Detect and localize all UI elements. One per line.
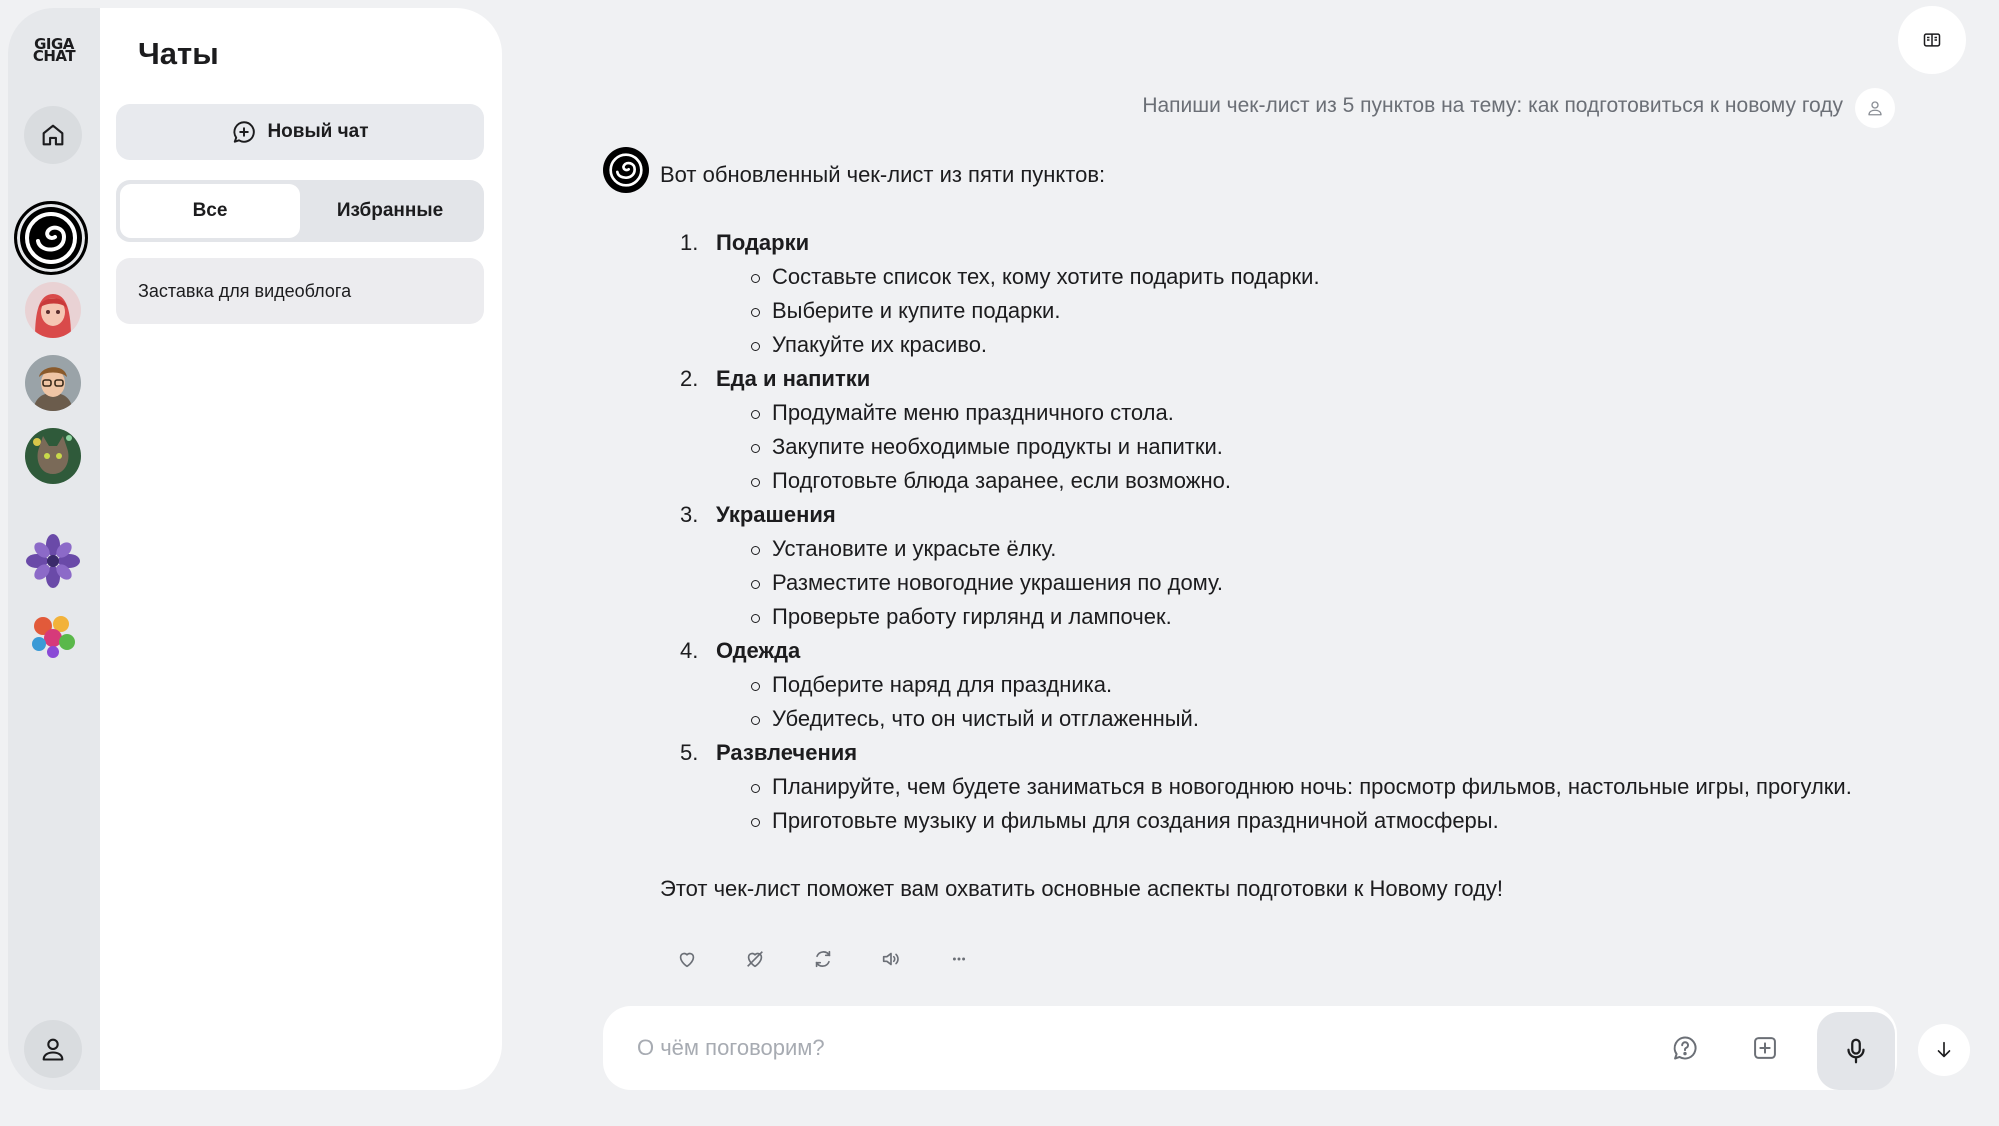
gigachat-swirl-icon	[25, 212, 77, 264]
message-composer	[603, 1006, 1897, 1090]
cat-avatar[interactable]	[25, 428, 81, 484]
bot-intro: Вот обновленный чек-лист из пяти пунктов…	[660, 162, 1106, 187]
colorful-bouquet-avatar[interactable]	[25, 606, 81, 662]
list-item: Составьте список тех, кому хотите подари…	[716, 260, 1860, 294]
list-item: Планируйте, чем будете заниматься в ново…	[716, 770, 1860, 804]
list-item: Проверьте работу гирлянд и лампочек.	[716, 600, 1860, 634]
tab-all[interactable]: Все	[120, 184, 300, 238]
bot-outro: Этот чек-лист поможет вам охватить основ…	[660, 876, 1504, 901]
step-items: Планируйте, чем будете заниматься в ново…	[716, 770, 1860, 838]
tab-favorites[interactable]: Избранные	[300, 184, 480, 238]
list-item: Упакуйте их красиво.	[716, 328, 1860, 362]
bot-avatar	[603, 147, 649, 193]
step-items: Составьте список тех, кому хотите подари…	[716, 260, 1860, 362]
girl-avatar[interactable]	[25, 282, 81, 338]
like-button[interactable]	[673, 945, 701, 973]
panel-title: Чаты	[138, 36, 219, 71]
step-title: Подарки	[716, 230, 810, 255]
chat-filter-tabs: Все Избранные	[116, 180, 484, 242]
arrow-down-icon	[1937, 1041, 1951, 1058]
voice-input-button[interactable]	[1817, 1012, 1895, 1090]
question-bubble-icon	[1673, 1036, 1697, 1060]
microphone-icon	[1847, 1038, 1865, 1064]
user-message: Напиши чек-лист из 5 пунктов на тему: ка…	[1142, 94, 1843, 117]
checklist-step: 3. Украшения Установите и украсьте ёлку.…	[660, 498, 1860, 634]
step-number: 3.	[680, 502, 699, 527]
heart-icon	[679, 952, 695, 968]
regenerate-button[interactable]	[809, 945, 837, 973]
more-button[interactable]	[945, 945, 973, 973]
step-number: 4.	[680, 638, 699, 663]
step-title: Развлечения	[716, 740, 858, 765]
profile-button[interactable]	[24, 1020, 82, 1078]
message-actions	[673, 945, 973, 973]
list-item: Подготовьте блюда заранее, если возможно…	[716, 464, 1860, 498]
checklist-step: 1. Подарки Составьте список тех, кому хо…	[660, 226, 1860, 362]
dislike-button[interactable]	[741, 945, 769, 973]
checklist-step: 2. Еда и напитки Продумайте меню праздни…	[660, 362, 1860, 498]
list-item: Приготовьте музыку и фильмы для создания…	[716, 804, 1860, 838]
list-item: Закупите необходимые продукты и напитки.	[716, 430, 1860, 464]
step-title: Еда и напитки	[716, 366, 871, 391]
chat-plus-icon	[233, 121, 256, 143]
list-item: Установите и украсьте ёлку.	[716, 532, 1860, 566]
speaker-icon	[882, 952, 899, 966]
home-button[interactable]	[24, 106, 82, 164]
step-title: Украшения	[716, 502, 836, 527]
boy-glasses-avatar[interactable]	[25, 355, 81, 411]
step-number: 1.	[680, 230, 699, 255]
gigachat-avatar[interactable]	[14, 201, 88, 275]
gigachat-swirl-icon	[609, 153, 643, 187]
prompt-help-button[interactable]	[1665, 1028, 1705, 1068]
step-title: Одежда	[716, 638, 801, 663]
list-item: Разместите новогодние украшения по дому.	[716, 566, 1860, 600]
step-number: 2.	[680, 366, 699, 391]
message-input[interactable]	[637, 1028, 1637, 1068]
reader-mode-button[interactable]	[1898, 6, 1966, 74]
chats-panel: Чаты Новый чат Все Избранные Заставка дл…	[100, 8, 502, 1090]
scroll-down-button[interactable]	[1918, 1024, 1970, 1076]
gigachat-logo[interactable]: GIGA CHAT	[28, 37, 80, 64]
refresh-icon	[815, 950, 831, 968]
left-rail: GIGA CHAT	[8, 8, 100, 1090]
step-items: Установите и украсьте ёлку. Разместите н…	[716, 532, 1860, 634]
step-number: 5.	[680, 740, 699, 765]
list-item: Выберите и купите подарки.	[716, 294, 1860, 328]
checklist-step: 4. Одежда Подберите наряд для праздника.…	[660, 634, 1860, 736]
attach-button[interactable]	[1745, 1028, 1785, 1068]
step-items: Подберите наряд для праздника. Убедитесь…	[716, 668, 1860, 736]
home-icon	[42, 124, 64, 146]
read-aloud-button[interactable]	[877, 945, 905, 973]
checklist: 1. Подарки Составьте список тех, кому хо…	[660, 226, 1860, 838]
bot-message: Вот обновленный чек-лист из пяти пунктов…	[660, 158, 1860, 906]
broken-heart-icon	[747, 951, 763, 968]
checklist-step: 5. Развлечения Планируйте, чем будете за…	[660, 736, 1860, 838]
user-icon	[42, 1038, 64, 1061]
list-item: Подберите наряд для праздника.	[716, 668, 1860, 702]
flower-avatar[interactable]	[25, 533, 81, 589]
user-message-avatar	[1855, 88, 1895, 128]
list-item: Продумайте меню праздничного стола.	[716, 396, 1860, 430]
user-icon	[1868, 101, 1882, 116]
more-dots-icon	[952, 957, 966, 961]
book-icon	[1923, 33, 1941, 47]
chat-list-item[interactable]: Заставка для видеоблога	[116, 258, 484, 324]
step-items: Продумайте меню праздничного стола. Заку…	[716, 396, 1860, 498]
new-chat-label: Новый чат	[267, 121, 369, 142]
new-chat-button[interactable]: Новый чат	[116, 104, 484, 160]
plus-square-icon	[1754, 1037, 1776, 1059]
list-item: Убедитесь, что он чистый и отглаженный.	[716, 702, 1860, 736]
app-root: GIGA CHAT Чаты Новый чат Все Избранные З…	[0, 0, 1999, 1126]
